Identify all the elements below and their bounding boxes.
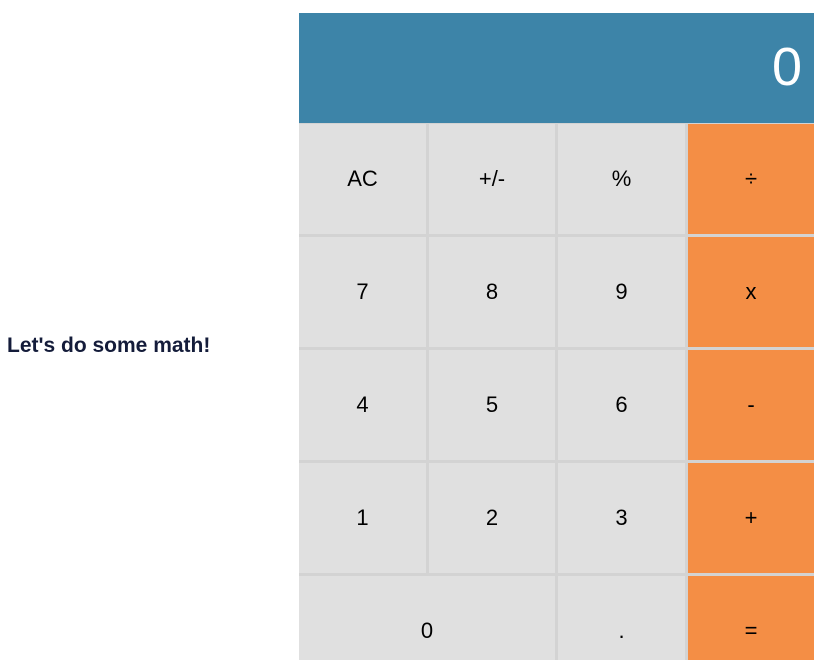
digit-5-button[interactable]: 5 [429, 350, 555, 460]
digit-2-button[interactable]: 2 [429, 463, 555, 573]
calculator-display: 0 [299, 13, 814, 123]
all-clear-button[interactable]: AC [299, 124, 426, 234]
digit-8-button[interactable]: 8 [429, 237, 555, 347]
digit-4-button[interactable]: 4 [299, 350, 426, 460]
digit-9-button[interactable]: 9 [558, 237, 685, 347]
multiply-button[interactable]: x [688, 237, 814, 347]
digit-0-button[interactable]: 0 [299, 576, 555, 660]
equals-button[interactable]: = [688, 576, 814, 660]
add-button[interactable]: + [688, 463, 814, 573]
digit-3-button[interactable]: 3 [558, 463, 685, 573]
digit-6-button[interactable]: 6 [558, 350, 685, 460]
tagline: Let's do some math! [7, 334, 211, 357]
decimal-button[interactable]: . [558, 576, 685, 660]
digit-7-button[interactable]: 7 [299, 237, 426, 347]
display-value: 0 [771, 36, 802, 97]
subtract-button[interactable]: - [688, 350, 814, 460]
digit-1-button[interactable]: 1 [299, 463, 426, 573]
percent-button[interactable]: % [558, 124, 685, 234]
divide-button[interactable]: ÷ [688, 124, 814, 234]
toggle-sign-button[interactable]: +/- [429, 124, 555, 234]
calculator: 0 AC +/- % ÷ 7 8 9 x 4 5 6 - 1 2 3 + 0 .… [299, 13, 814, 660]
